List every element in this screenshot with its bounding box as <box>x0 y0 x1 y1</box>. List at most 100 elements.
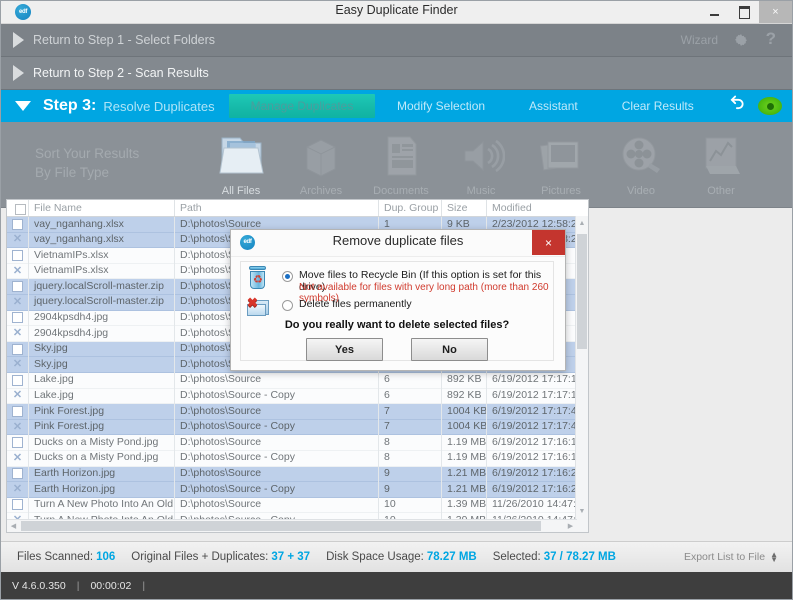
preview-eye-icon[interactable] <box>758 97 782 115</box>
filter-pictures[interactable]: Pictures <box>521 127 601 197</box>
cell-size: 1.39 MB <box>442 497 487 513</box>
table-row[interactable]: ✕Lake.jpgD:\photos\Source - Copy6892 KB6… <box>7 389 588 405</box>
files-scanned-label: Files Scanned: <box>17 551 93 563</box>
no-button[interactable]: No <box>411 338 488 361</box>
cell-path: D:\photos\Source <box>175 435 379 451</box>
title-bar: edf Easy Duplicate Finder × <box>1 1 792 24</box>
scroll-down-arrow-icon[interactable]: ▼ <box>576 504 588 518</box>
filter-video[interactable]: Video <box>601 127 681 197</box>
step2-bar[interactable]: Return to Step 2 - Scan Results <box>1 57 792 90</box>
row-checkbox[interactable] <box>7 466 29 482</box>
filter-label: Archives <box>281 185 361 197</box>
row-marked-icon[interactable]: ✕ <box>7 388 29 404</box>
filter-documents[interactable]: Documents <box>361 127 441 197</box>
cell-modified: 6/19/2012 17:17:40 <box>487 404 585 420</box>
row-marked-icon[interactable]: ✕ <box>7 450 29 466</box>
row-marked-icon[interactable]: ✕ <box>7 326 29 342</box>
table-row[interactable]: Pink Forest.jpgD:\photos\Source71004 KB6… <box>7 404 588 420</box>
table-header: File Name Path Dup. Group △ Size Modifie… <box>7 200 588 217</box>
undo-icon[interactable] <box>726 94 746 118</box>
row-checkbox[interactable] <box>7 279 29 295</box>
tab-manage-duplicates[interactable]: Manage Duplicates <box>229 94 375 118</box>
filter-all-files[interactable]: All Files <box>201 127 281 197</box>
step2-label: Return to Step 2 - Scan Results <box>33 66 209 80</box>
column-header-dup-group[interactable]: Dup. Group △ <box>379 200 442 216</box>
file-type-toolbar: Sort Your Results By File Type All Files <box>1 122 792 208</box>
step1-bar[interactable]: Return to Step 1 - Select Folders Wizard… <box>1 24 792 57</box>
help-button[interactable]: ? <box>766 29 776 49</box>
row-checkbox[interactable] <box>7 497 29 513</box>
tab-clear-results[interactable]: Clear Results <box>600 90 716 122</box>
column-header-path[interactable]: Path <box>175 200 379 216</box>
table-row[interactable]: ✕Pink Forest.jpgD:\photos\Source - Copy7… <box>7 420 588 436</box>
sort-hint-line1: Sort Your Results <box>35 144 139 163</box>
yes-button[interactable]: Yes <box>306 338 383 361</box>
scroll-up-arrow-icon[interactable]: ▲ <box>576 216 588 230</box>
row-marked-icon[interactable]: ✕ <box>7 419 29 435</box>
originals-label: Original Files + Duplicates: <box>131 551 268 563</box>
table-row[interactable]: ✕Ducks on a Misty Pond.jpgD:\photos\Sour… <box>7 451 588 467</box>
cell-path: D:\photos\Source <box>175 466 379 482</box>
minimize-button[interactable] <box>699 1 729 23</box>
maximize-button[interactable] <box>729 1 759 23</box>
table-row[interactable]: Turn A New Photo Into An Old PhotoD:\pho… <box>7 498 588 514</box>
scroll-left-arrow-icon[interactable]: ◀ <box>7 520 20 532</box>
vertical-scrollbar[interactable]: ▲ ▼ <box>575 216 588 532</box>
row-marked-icon[interactable]: ✕ <box>7 357 29 373</box>
filter-archives[interactable]: Archives <box>281 127 361 197</box>
row-marked-icon[interactable]: ✕ <box>7 232 29 248</box>
cell-path: D:\photos\Source - Copy <box>175 450 379 466</box>
table-row[interactable]: Earth Horizon.jpgD:\photos\Source91.21 M… <box>7 467 588 483</box>
export-list-button[interactable]: Export List to File ▲▼ <box>684 551 778 563</box>
recycle-bin-icon: ♻ <box>247 266 274 293</box>
cell-file-name: 2904kpsdh4.jpg <box>29 326 175 342</box>
tab-assistant[interactable]: Assistant <box>507 90 600 122</box>
column-header-file-name[interactable]: File Name <box>29 200 175 216</box>
radio-recycle-bin[interactable] <box>282 271 293 282</box>
table-row[interactable]: ✕Earth Horizon.jpgD:\photos\Source - Cop… <box>7 482 588 498</box>
close-button[interactable]: × <box>759 1 792 23</box>
vertical-scroll-thumb[interactable] <box>577 234 587 349</box>
window-controls: × <box>699 1 792 23</box>
gear-icon[interactable] <box>733 32 749 48</box>
cell-dup-group: 8 <box>379 435 442 451</box>
row-marked-icon[interactable]: ✕ <box>7 294 29 310</box>
cell-file-name: Turn A New Photo Into An Old Photo <box>29 497 175 513</box>
chart-icon <box>681 127 761 185</box>
radio-delete-permanently[interactable] <box>282 300 293 311</box>
row-checkbox[interactable] <box>7 372 29 388</box>
row-checkbox[interactable] <box>7 217 29 232</box>
application-window: edf Easy Duplicate Finder × Return to St… <box>0 0 793 600</box>
filter-label: Pictures <box>521 185 601 197</box>
row-checkbox[interactable] <box>7 341 29 357</box>
select-all-checkbox[interactable] <box>7 200 29 216</box>
column-header-size[interactable]: Size <box>442 200 487 216</box>
cell-size: 1.21 MB <box>442 466 487 482</box>
dialog-buttons: Yes No <box>241 338 553 361</box>
row-marked-icon[interactable]: ✕ <box>7 263 29 279</box>
row-checkbox[interactable] <box>7 435 29 451</box>
scroll-right-arrow-icon[interactable]: ▶ <box>564 520 577 532</box>
row-checkbox[interactable] <box>7 310 29 326</box>
cell-modified: 6/19/2012 17:17:40 <box>487 419 585 435</box>
filter-label: Video <box>601 185 681 197</box>
cell-modified: 6/19/2012 17:16:28 <box>487 482 585 498</box>
horizontal-scrollbar[interactable]: ◀ ▶ <box>7 519 577 532</box>
cell-modified: 6/19/2012 17:16:28 <box>487 466 585 482</box>
footer-separator-1: | <box>77 580 80 592</box>
row-marked-icon[interactable]: ✕ <box>7 482 29 498</box>
row-checkbox[interactable] <box>7 248 29 264</box>
filter-music[interactable]: Music <box>441 127 521 197</box>
cell-file-name: 2904kpsdh4.jpg <box>29 310 175 326</box>
wizard-button[interactable]: Wizard <box>681 33 718 47</box>
filter-other[interactable]: Other <box>681 127 761 197</box>
horizontal-scroll-thumb[interactable] <box>21 521 541 531</box>
updown-arrows-icon: ▲▼ <box>770 552 778 562</box>
collapse-arrow-icon[interactable] <box>15 101 31 111</box>
column-header-modified[interactable]: Modified <box>487 200 585 216</box>
dialog-close-button[interactable]: × <box>532 230 565 255</box>
table-row[interactable]: Lake.jpgD:\photos\Source6892 KB6/19/2012… <box>7 373 588 389</box>
row-checkbox[interactable] <box>7 404 29 420</box>
tab-modify-selection[interactable]: Modify Selection <box>375 90 507 122</box>
table-row[interactable]: Ducks on a Misty Pond.jpgD:\photos\Sourc… <box>7 435 588 451</box>
